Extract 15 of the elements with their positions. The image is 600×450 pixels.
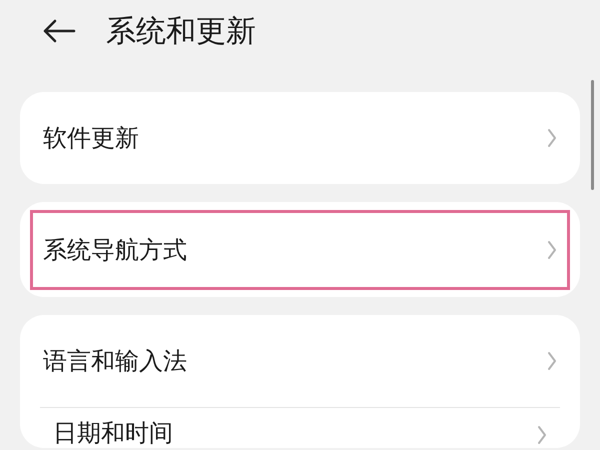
settings-row[interactable]: 软件更新 (30, 98, 570, 178)
chevron-right-icon (547, 128, 557, 148)
chevron-right-icon (537, 425, 547, 445)
page-title: 系统和更新 (106, 12, 256, 50)
settings-label: 日期和时间 (53, 421, 173, 445)
chevron-right-icon (547, 351, 557, 371)
settings-row[interactable]: 系统导航方式 (30, 210, 570, 290)
settings-label: 系统导航方式 (43, 238, 187, 262)
settings-label: 软件更新 (43, 126, 139, 150)
settings-label: 语言和输入法 (43, 349, 187, 373)
settings-row[interactable]: 日期和时间 (40, 408, 560, 448)
scrollbar[interactable] (591, 80, 594, 190)
back-arrow-icon[interactable] (42, 19, 76, 43)
chevron-right-icon (547, 240, 557, 260)
settings-row[interactable]: 语言和输入法 (30, 315, 570, 407)
